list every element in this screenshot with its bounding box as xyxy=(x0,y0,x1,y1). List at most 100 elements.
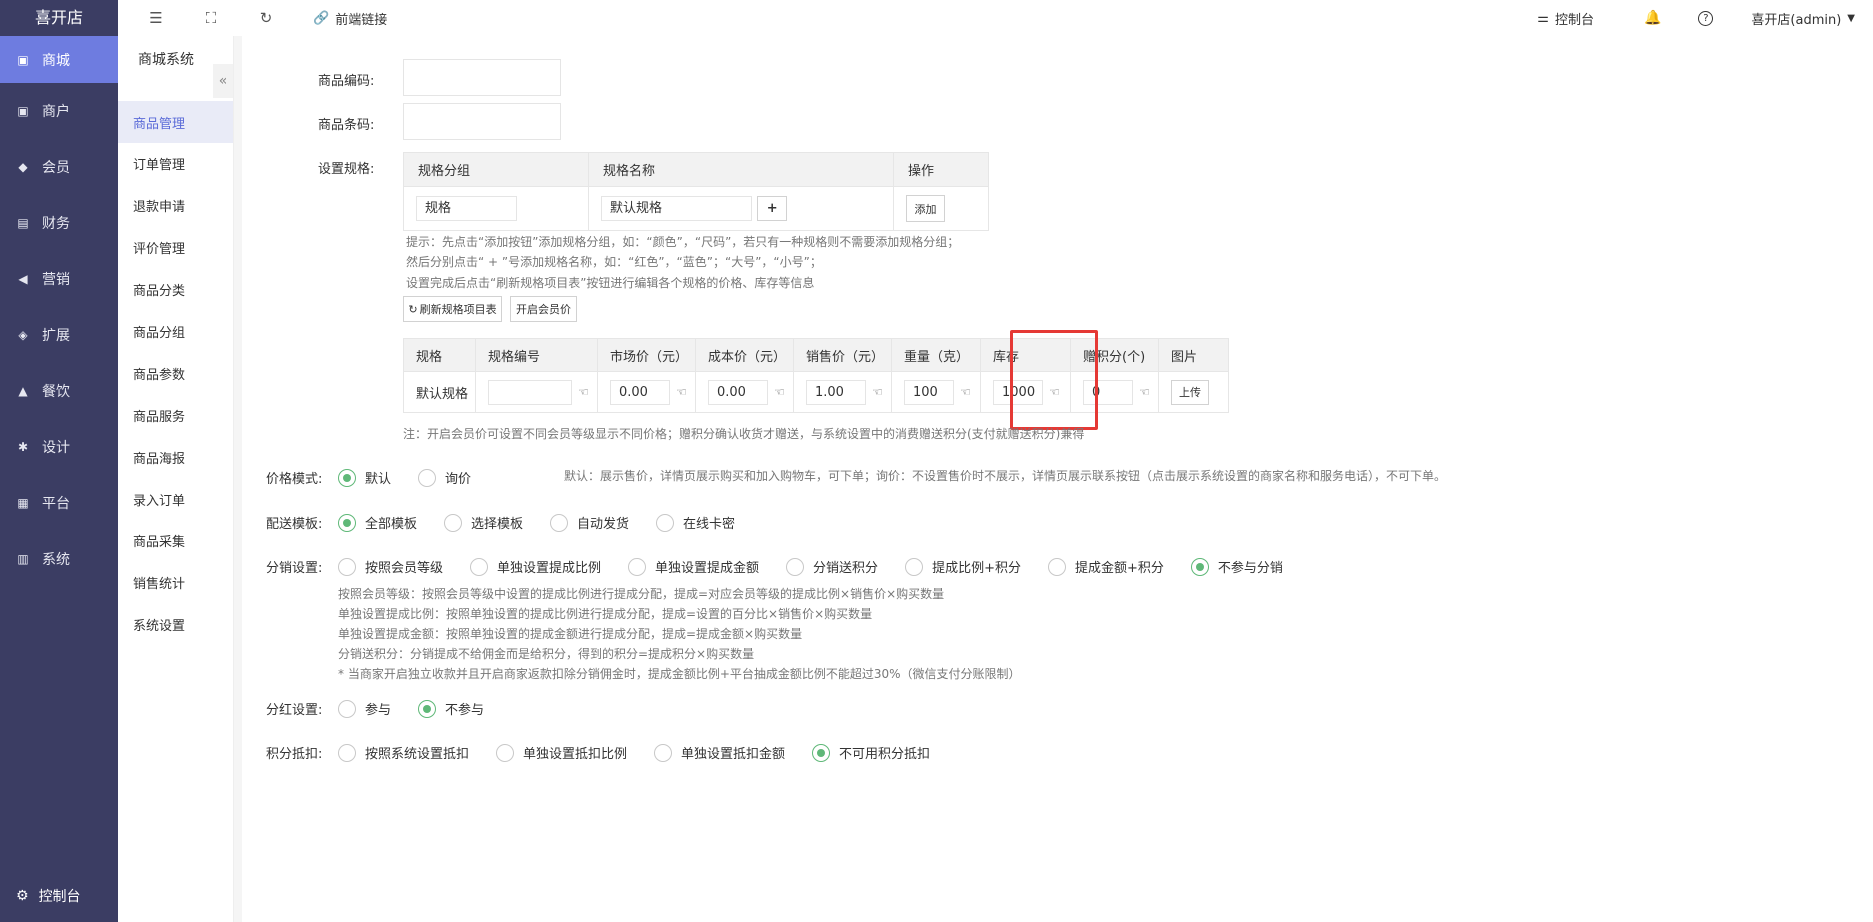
subnav-item-11[interactable]: 销售统计 xyxy=(118,562,233,604)
product-code-input[interactable] xyxy=(403,59,561,96)
nav-item-3[interactable]: ▤ 财务 xyxy=(0,195,118,251)
radio-option[interactable]: 选择模板 xyxy=(444,513,523,532)
main-sidebar: 喜开店 ▣ 商城 ▣ 商户 ◆ 会员 ▤ 财务 ◀ 营销 ◈ 扩展 ▲ 餐饮 ✱ 设计 ▦ 平台 ▥ 系统 ⚙ 控制台 xyxy=(0,0,118,922)
radio-option[interactable]: 提成比例+积分 xyxy=(905,557,1021,576)
radio-unchecked-icon[interactable] xyxy=(550,513,569,532)
add-spec-group-button[interactable]: 添加 xyxy=(906,195,945,222)
batch-fill-icon[interactable]: ☜ xyxy=(960,385,971,399)
fullscreen-icon[interactable]: ⛶ xyxy=(201,8,221,28)
nav-item-7[interactable]: ✱ 设计 xyxy=(0,419,118,475)
radio-option[interactable]: 在线卡密 xyxy=(656,513,735,532)
frontend-link[interactable]: 🔗 前端链接 xyxy=(313,9,387,28)
subnav-item-4[interactable]: 商品分类 xyxy=(118,269,233,311)
nav-item-1[interactable]: ▣ 商户 xyxy=(0,83,118,139)
bell-icon[interactable]: 🔔 xyxy=(1644,10,1661,26)
radio-unchecked-icon[interactable] xyxy=(496,743,515,762)
menu-toggle-icon[interactable]: ☰ xyxy=(146,8,166,28)
nav-item-0[interactable]: ▣ 商城 xyxy=(0,36,118,83)
radio-unchecked-icon[interactable] xyxy=(338,699,356,718)
radio-option[interactable]: 自动发货 xyxy=(550,513,629,532)
radio-unchecked-icon[interactable] xyxy=(338,557,356,576)
radio-unchecked-icon[interactable] xyxy=(786,557,805,576)
radio-label: 参与 xyxy=(365,703,392,718)
delivery-options: 全部模板 选择模板 自动发货 在线卡密 xyxy=(338,513,762,532)
radio-checked-icon[interactable] xyxy=(338,513,356,532)
radio-option[interactable]: 询价 xyxy=(418,468,471,487)
batch-fill-icon[interactable]: ☜ xyxy=(872,385,883,399)
radio-checked-icon[interactable] xyxy=(418,699,437,718)
batch-fill-icon[interactable]: ☜ xyxy=(1139,385,1150,399)
nav-item-4[interactable]: ◀ 营销 xyxy=(0,251,118,307)
nav-item-6[interactable]: ▲ 餐饮 xyxy=(0,363,118,419)
radio-unchecked-icon[interactable] xyxy=(444,513,463,532)
radio-option[interactable]: 全部模板 xyxy=(338,513,417,532)
radio-unchecked-icon[interactable] xyxy=(905,557,924,576)
help-icon[interactable]: ? xyxy=(1698,10,1714,26)
radio-option[interactable]: 不参与 xyxy=(418,699,484,718)
radio-option[interactable]: 默认 xyxy=(338,468,391,487)
collapse-sidebar-icon[interactable]: « xyxy=(213,64,233,98)
refresh-spec-table-button[interactable]: ↻ 刷新规格项目表 xyxy=(403,296,502,322)
member-icon: ◆ xyxy=(18,160,28,174)
batch-fill-icon[interactable]: ☜ xyxy=(578,385,589,399)
subnav-item-8[interactable]: 商品海报 xyxy=(118,436,233,478)
radio-checked-icon[interactable] xyxy=(1190,557,1209,576)
sku-cost-price-input[interactable]: 0.00 xyxy=(708,379,768,405)
batch-fill-icon[interactable]: ☜ xyxy=(774,385,785,399)
radio-option[interactable]: 单独设置抵扣金额 xyxy=(654,743,785,762)
subnav-item-6[interactable]: 商品参数 xyxy=(118,352,233,394)
spec-hint-1: 提示：先点击“添加按钮”添加规格分组，如：“颜色”，“尺码”，若只有一种规格则不… xyxy=(406,235,960,249)
radio-option[interactable]: 单独设置提成比例 xyxy=(470,557,601,576)
sku-cost-price-header: 成本价（元） xyxy=(695,338,794,372)
subnav-item-12[interactable]: 系统设置 xyxy=(118,604,233,646)
radio-unchecked-icon[interactable] xyxy=(654,743,673,762)
sku-weight-input[interactable]: 100 xyxy=(904,379,954,405)
sku-code-input[interactable] xyxy=(488,379,572,405)
add-spec-name-button[interactable]: + xyxy=(757,196,788,221)
upload-image-button[interactable]: 上传 xyxy=(1171,379,1209,405)
nav-item-9[interactable]: ▥ 系统 xyxy=(0,531,118,587)
subnav-item-0[interactable]: 商品管理 xyxy=(118,101,233,143)
radio-unchecked-icon[interactable] xyxy=(418,468,437,487)
radio-option[interactable]: 单独设置抵扣比例 xyxy=(496,743,627,762)
subnav-item-7[interactable]: 商品服务 xyxy=(118,394,233,436)
radio-option[interactable]: 分销送积分 xyxy=(786,557,878,576)
radio-option[interactable]: 参与 xyxy=(338,699,391,718)
nav-item-8[interactable]: ▦ 平台 xyxy=(0,475,118,531)
radio-unchecked-icon[interactable] xyxy=(470,557,489,576)
marketing-icon: ◀ xyxy=(18,272,28,286)
radio-option[interactable]: 不可用积分抵扣 xyxy=(812,743,930,762)
radio-checked-icon[interactable] xyxy=(338,468,356,487)
batch-fill-icon[interactable]: ☜ xyxy=(676,385,687,399)
subnav-item-10[interactable]: 商品采集 xyxy=(118,520,233,562)
radio-unchecked-icon[interactable] xyxy=(628,557,647,576)
radio-unchecked-icon[interactable] xyxy=(338,743,356,762)
main-content: 商品编码: 商品条码: 设置规格: 规格分组 规格名称 操作 规格 默认规格 +… xyxy=(242,36,1873,922)
radio-option[interactable]: 不参与分销 xyxy=(1190,557,1283,576)
spec-name-input[interactable]: 默认规格 xyxy=(601,196,752,221)
subnav-item-5[interactable]: 商品分组 xyxy=(118,311,233,353)
subnav-item-9[interactable]: 录入订单 xyxy=(118,478,233,520)
enable-member-price-button[interactable]: 开启会员价 xyxy=(510,296,577,322)
console-link[interactable]: ⚌ 控制台 xyxy=(1537,9,1594,28)
subnav-item-2[interactable]: 退款申请 xyxy=(118,185,233,227)
nav-item-label: 会员 xyxy=(42,160,70,176)
refresh-icon[interactable]: ↻ xyxy=(256,8,276,28)
sku-market-price-input[interactable]: 0.00 xyxy=(610,379,670,405)
radio-option[interactable]: 单独设置提成金额 xyxy=(628,557,759,576)
subnav-item-1[interactable]: 订单管理 xyxy=(118,143,233,185)
radio-option[interactable]: 按照系统设置抵扣 xyxy=(338,743,469,762)
radio-option[interactable]: 提成金额+积分 xyxy=(1047,557,1164,576)
spec-group-input[interactable]: 规格 xyxy=(416,196,517,221)
subnav-item-3[interactable]: 评价管理 xyxy=(118,227,233,269)
nav-item-2[interactable]: ◆ 会员 xyxy=(0,139,118,195)
radio-unchecked-icon[interactable] xyxy=(1047,557,1066,576)
nav-item-5[interactable]: ◈ 扩展 xyxy=(0,307,118,363)
user-menu[interactable]: 喜开店(admin) ▼ xyxy=(1751,9,1855,28)
radio-unchecked-icon[interactable] xyxy=(656,513,675,532)
radio-option[interactable]: 按照会员等级 xyxy=(338,557,443,576)
product-barcode-input[interactable] xyxy=(403,103,561,140)
radio-checked-icon[interactable] xyxy=(812,743,831,762)
console-nav-item[interactable]: ⚙ 控制台 xyxy=(0,878,118,914)
sku-sale-price-input[interactable]: 1.00 xyxy=(806,379,866,405)
